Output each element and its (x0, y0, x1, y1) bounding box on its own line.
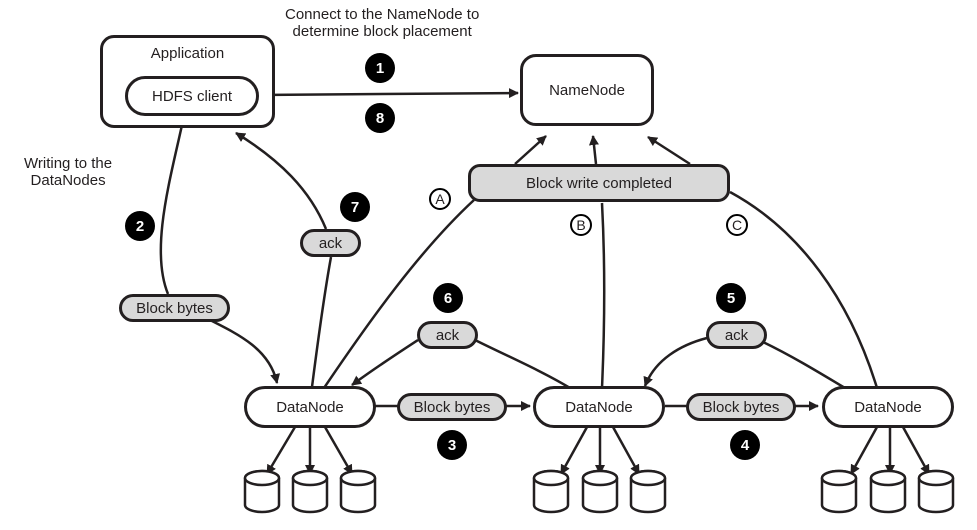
edge-ack5-to-datanode2 (643, 336, 708, 387)
block-write-completed[interactable]: Block write completed (468, 164, 730, 202)
edge-ack7-to-application (235, 131, 328, 230)
disk-top (243, 469, 281, 487)
namenode[interactable]: NameNode (520, 54, 654, 126)
disk-top (581, 469, 619, 487)
disk-top (291, 469, 329, 487)
edge-datanode2-to-ack6 (474, 338, 571, 390)
edge-client-to-block-bytes (159, 124, 184, 295)
edge-datanode1-to-ack7 (310, 256, 333, 388)
edge-ack6-to-datanode1 (351, 338, 419, 387)
step-1-badge: 1 (365, 53, 395, 83)
confirmation-c-badge: C (726, 214, 748, 236)
block-bytes-client: Block bytes (119, 294, 230, 322)
disk-top (820, 469, 858, 487)
datanode-2[interactable]: DataNode (533, 386, 665, 428)
step-2-badge: 2 (125, 211, 155, 241)
datanode-1[interactable]: DataNode (244, 386, 376, 428)
edge-block-bytes-to-datanode1 (209, 318, 281, 384)
ack-to-client: ack (300, 229, 361, 257)
edge-client-to-namenode (257, 88, 519, 99)
step-3-badge: 3 (437, 430, 467, 460)
edge-bwc-to-namenode-c (647, 135, 691, 166)
disk-top (532, 469, 570, 487)
step-5-badge: 5 (716, 283, 746, 313)
edge-datanode3-to-ack5 (762, 340, 846, 390)
step-4-badge: 4 (730, 430, 760, 460)
ack-dn3-dn2: ack (706, 321, 767, 349)
placement-note: Connect to the NameNode to determine blo… (285, 6, 480, 40)
writing-note: Writing to the DataNodes (24, 155, 113, 189)
disk-top (917, 469, 955, 487)
block-bytes-dn1-dn2: Block bytes (397, 393, 507, 421)
step-8-badge: 8 (365, 103, 395, 133)
ack-dn2-dn1: ack (417, 321, 478, 349)
confirmation-a-badge: A (429, 188, 451, 210)
block-bytes-dn2-dn3: Block bytes (686, 393, 796, 421)
edge-bwc-to-namenode-b (588, 135, 599, 165)
edge-bwc-to-namenode-a (514, 135, 547, 165)
hdfs-client[interactable]: HDFS client (125, 76, 259, 116)
step-6-badge: 6 (433, 283, 463, 313)
confirmation-b-badge: B (570, 214, 592, 236)
step-7-badge: 7 (340, 192, 370, 222)
edge-datanode2-to-bwc (600, 202, 606, 389)
disk-top (869, 469, 907, 487)
edge-datanode3-to-bwc (729, 190, 879, 389)
disk-top (629, 469, 667, 487)
datanode-3[interactable]: DataNode (822, 386, 954, 428)
application-label: Application (150, 45, 225, 62)
disk-top (339, 469, 377, 487)
